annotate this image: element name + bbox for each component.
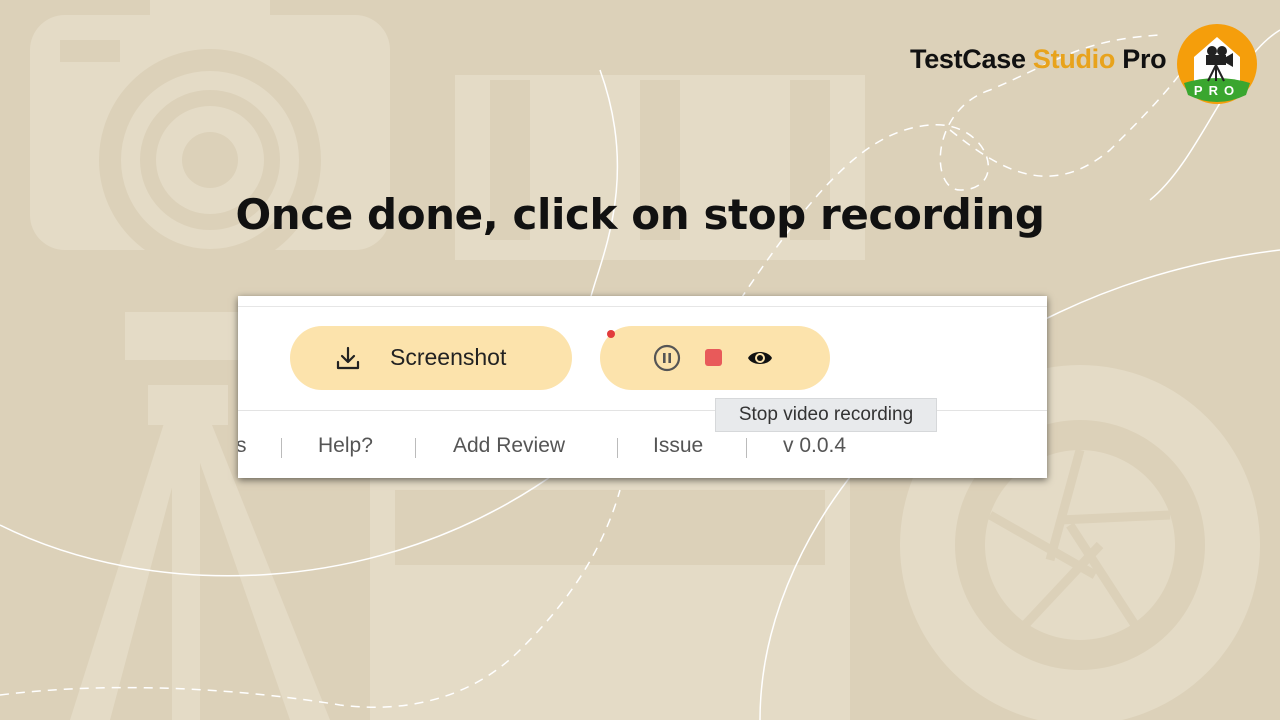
brand-logo: PRO [1177,24,1257,104]
recording-indicator-dot [607,330,615,338]
recording-controls [600,326,830,390]
instruction-headline: Once done, click on stop recording [235,190,1045,239]
brand-name-part3: Pro [1122,44,1167,74]
version-label: v 0.0.4 [783,434,847,457]
footer-link-partial[interactable]: s [238,434,247,458]
issue-link[interactable]: Issue [653,434,703,458]
brand-name-accent: Studio [1032,44,1116,74]
screenshot-button[interactable]: Screenshot [290,326,572,390]
add-review-link[interactable]: Add Review [453,434,565,458]
pause-circle-icon[interactable] [653,344,681,372]
logo-badge-text: PRO [1194,83,1240,98]
stop-recording-tooltip: Stop video recording [715,398,937,432]
stop-recording-button[interactable] [705,349,722,366]
brand-name-part1: TestCase [910,44,1026,74]
eye-icon[interactable] [746,347,774,369]
footer-separator [281,438,282,458]
footer-links: s Help? Add Review Issue v 0.0.4 [238,434,1047,462]
download-icon [336,346,360,370]
brand-title: TestCase Studio Pro [910,44,1167,75]
divider [238,306,1047,307]
footer-separator [746,438,747,458]
extension-panel: Screenshot s Help? Add Review Issue v 0.… [238,296,1047,478]
help-link[interactable]: Help? [318,434,373,458]
footer-separator [415,438,416,458]
footer-separator [617,438,618,458]
screenshot-button-label: Screenshot [390,344,507,370]
